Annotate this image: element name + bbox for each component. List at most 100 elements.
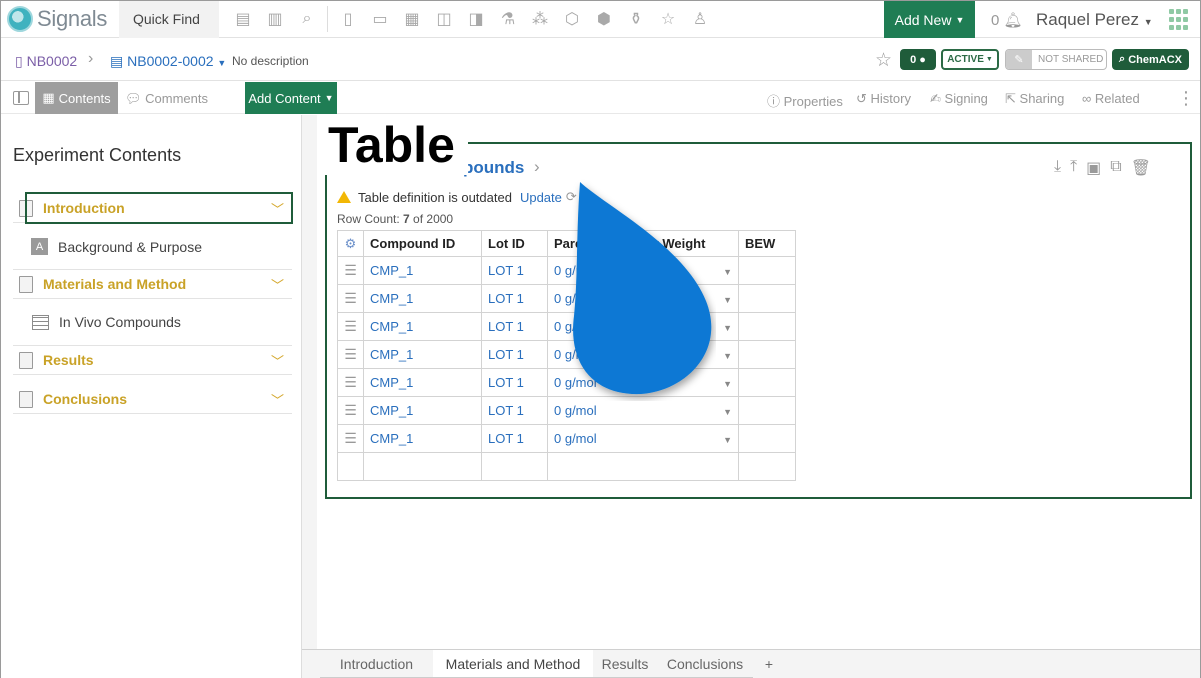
calendar-icon[interactable]: ▦ [396,1,428,38]
chevron-down-icon[interactable]: ﹀ [271,351,284,370]
bar-chart-icon[interactable]: ▥ [259,1,291,38]
cell-bew[interactable] [738,424,796,453]
section-materials-method[interactable]: Materials and Method ﹀ [13,270,292,299]
tab-materials-method[interactable]: Materials and Method [433,650,593,678]
cell-compound[interactable]: CMP_1 [363,368,482,397]
cell-compound[interactable]: CMP_1 [363,312,482,341]
section-results[interactable]: Results ﹀ [13,346,292,375]
signals-logo[interactable]: Signals [1,1,119,38]
add-tab-button[interactable]: + [757,650,781,678]
sharing-button[interactable]: ⇱ Sharing [1005,91,1064,107]
drag-handle-icon[interactable]: ☰ [344,402,357,418]
cell-lot[interactable]: LOT 1 [481,368,548,397]
hexagon-icon[interactable]: ⬡ [556,1,588,38]
document-icon[interactable]: ▭ [364,1,396,38]
cell-bew[interactable] [738,312,796,341]
update-link[interactable]: Update [520,190,562,205]
trash-icon[interactable]: 🗑︎ [1131,158,1151,178]
add-content-button[interactable]: Add Content ▼ [245,82,337,114]
add-new-button[interactable]: Add New ▼ [884,1,975,38]
sharing-badge[interactable]: ✎ NOT SHARED [1005,49,1107,70]
drag-handle-icon[interactable]: ☰ [344,374,357,390]
cell-compound[interactable]: CMP_1 [363,256,482,285]
header-bew[interactable]: BEW [738,230,796,257]
breadcrumb-experiment[interactable]: ▤ NB0002-0002 ▼ [110,53,226,70]
cell-bew[interactable] [738,368,796,397]
chevron-down-icon[interactable]: ﹀ [271,390,284,409]
presentation-icon[interactable]: ◫ [428,1,460,38]
tab-contents[interactable]: ▦ Contents [35,82,118,114]
caret-down-icon[interactable]: ▼ [723,435,732,445]
breadcrumb-notebook[interactable]: ▯ NB0002 [15,53,77,70]
related-button[interactable]: ∞ Related [1082,91,1140,106]
column-settings[interactable]: ⚙ [337,230,364,257]
clipboard-icon[interactable]: ◨ [460,1,492,38]
user-menu[interactable]: Raquel Perez ▼ [1036,10,1153,30]
item-in-vivo-compounds[interactable]: In Vivo Compounds [32,314,181,330]
caret-down-icon[interactable]: ▼ [723,267,732,277]
download-icon[interactable]: ⤓ [1054,158,1061,178]
cell-compound[interactable]: CMP_1 [363,424,482,453]
cell-lot[interactable]: LOT 1 [481,312,548,341]
caret-down-icon[interactable]: ▼ [723,407,732,417]
star-icon[interactable]: ☆ [652,1,684,38]
tab-results[interactable]: Results [593,650,657,678]
caret-down-icon[interactable]: ▼ [723,351,732,361]
header-compound-id[interactable]: Compound ID [363,230,482,257]
tab-introduction[interactable]: Introduction [320,650,433,678]
flask-icon[interactable]: ⚱ [620,1,652,38]
cell-bew[interactable] [738,396,796,425]
cell-lot[interactable]: LOT 1 [481,396,548,425]
notifications[interactable]: 0 🔔︎ [991,11,1023,29]
cell-bew[interactable] [738,340,796,369]
drag-handle-icon[interactable]: ☰ [344,262,357,278]
search-icon[interactable]: ⌕ [291,1,323,38]
favorite-star-icon[interactable]: ☆ [875,49,892,72]
cell-weight[interactable]: 0 g/mol ▼ [547,424,739,453]
header-lot-id[interactable]: Lot ID [481,230,548,257]
paste-icon[interactable]: ▣ [1086,158,1101,178]
drag-handle-icon[interactable]: ☰ [344,430,357,446]
drag-handle-icon[interactable]: ☰ [344,290,357,306]
caret-down-icon[interactable]: ▼ [723,295,732,305]
quick-find-button[interactable]: Quick Find [119,0,219,38]
cell-lot[interactable]: LOT 1 [481,340,548,369]
upload-icon[interactable]: ⤒ [1070,158,1077,178]
tab-conclusions[interactable]: Conclusions [657,650,753,678]
shield-icon[interactable]: ⬢ [588,1,620,38]
chemacx-button[interactable]: ⌕ ChemACX [1112,49,1189,70]
apps-grid-icon[interactable] [1169,9,1191,31]
history-button[interactable]: ↺ History [856,91,911,107]
panel-toggle-icon[interactable] [13,91,29,105]
cell-compound[interactable]: CMP_1 [363,284,482,313]
section-conclusions[interactable]: Conclusions ﹀ [13,385,292,414]
cell-lot[interactable]: LOT 1 [481,256,548,285]
drag-handle-icon[interactable]: ☰ [344,318,357,334]
cell-compound[interactable]: CMP_1 [363,340,482,369]
chevron-down-icon[interactable]: ﹀ [271,275,284,294]
drag-handle-icon[interactable]: ☰ [344,346,357,362]
comments-badge[interactable]: 0 ● [900,49,936,70]
lab-icon[interactable]: ⚗ [492,1,524,38]
caret-down-icon[interactable]: ▼ [723,323,732,333]
experiment-description[interactable]: No description [232,54,309,68]
item-background-purpose[interactable]: A Background & Purpose [31,238,202,255]
signing-button[interactable]: ✍ Signing [930,91,988,107]
more-options-icon[interactable]: ⋮ [1177,88,1195,109]
notebook-icon[interactable]: ▯ [332,1,364,38]
cell-compound[interactable]: CMP_1 [363,396,482,425]
molecule-icon[interactable]: ⁂ [524,1,556,38]
cell-bew[interactable] [738,256,796,285]
table-row[interactable]: ☰ CMP_1LOT 1 0 g/mol ▼ [337,424,796,453]
tab-comments[interactable]: 💬︎ Comments [125,91,208,107]
status-badge[interactable]: ACTIVE ▼ [941,49,999,70]
cell-bew[interactable] [738,284,796,313]
chevron-right-icon[interactable]: › [534,157,540,177]
table-row-empty[interactable] [337,452,796,481]
cell-lot[interactable]: LOT 1 [481,424,548,453]
cell-lot[interactable]: LOT 1 [481,284,548,313]
dashboard-icon[interactable]: ▤ [227,1,259,38]
table-title[interactable]: pounds [463,158,524,178]
properties-button[interactable]: ⓘ Properties [767,91,843,110]
users-icon[interactable]: ♙ [684,1,716,38]
